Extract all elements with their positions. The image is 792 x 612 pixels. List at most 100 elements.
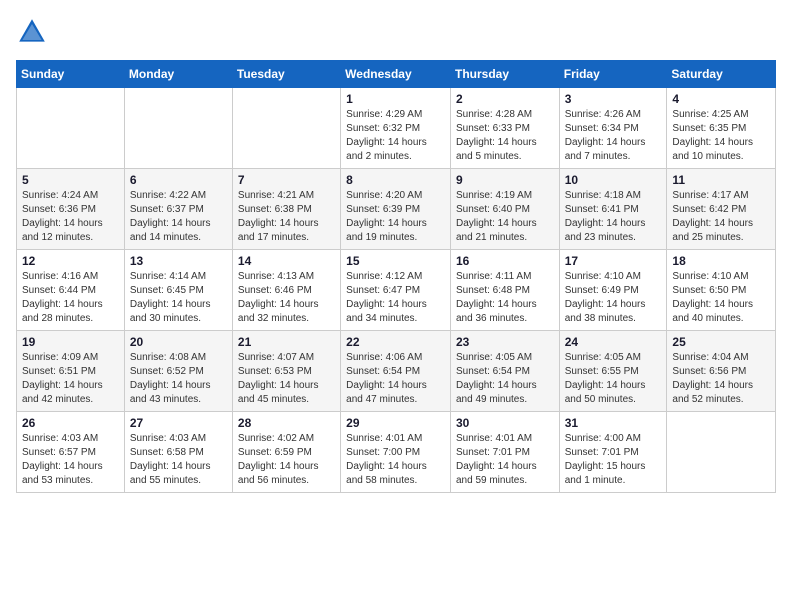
day-info: Sunrise: 4:14 AM Sunset: 6:45 PM Dayligh…: [130, 270, 227, 326]
day-number: 10: [565, 173, 662, 187]
day-info: Sunrise: 4:01 AM Sunset: 7:01 PM Dayligh…: [456, 432, 554, 488]
day-info: Sunrise: 4:08 AM Sunset: 6:52 PM Dayligh…: [130, 351, 227, 407]
calendar-cell: 5Sunrise: 4:24 AM Sunset: 6:36 PM Daylig…: [17, 169, 125, 250]
day-header-tuesday: Tuesday: [232, 61, 340, 88]
day-info: Sunrise: 4:24 AM Sunset: 6:36 PM Dayligh…: [22, 189, 119, 245]
calendar-cell: 11 Sunrise: 4:17 AM Sunset: 6:42 PM Dayli…: [667, 169, 776, 250]
day-number: 18: [672, 254, 770, 268]
day-info: Sunrise: 4:26 AM Sunset: 6:34 PM Dayligh…: [565, 108, 662, 164]
day-number: 2: [456, 92, 554, 106]
day-number: 21: [238, 335, 335, 349]
day-number: 22: [346, 335, 445, 349]
calendar-cell: 19 Sunrise: 4:09 AM Sunset: 6:51 PM Dayli…: [17, 331, 125, 412]
calendar-cell: 16Sunrise: 4:11 AM Sunset: 6:48 PM Dayli…: [450, 250, 559, 331]
calendar-cell: [667, 412, 776, 493]
day-number: 26: [22, 416, 119, 430]
day-number: 6: [130, 173, 227, 187]
calendar-cell: 15 Sunrise: 4:12 AM Sunset: 6:47 PM Dayli…: [341, 250, 451, 331]
day-header-saturday: Saturday: [667, 61, 776, 88]
day-number: 25: [672, 335, 770, 349]
day-header-thursday: Thursday: [450, 61, 559, 88]
day-info: Sunrise: 4:01 AM Sunset: 7:00 PM Dayligh…: [346, 432, 445, 488]
day-info: Sunrise: 4:12 AM Sunset: 6:47 PM Dayligh…: [346, 270, 445, 326]
day-number: 23: [456, 335, 554, 349]
day-number: 30: [456, 416, 554, 430]
day-info: Sunrise: 4:04 AM Sunset: 6:56 PM Dayligh…: [672, 351, 770, 407]
calendar-header-row: SundayMondayTuesdayWednesdayThursdayFrid…: [17, 61, 776, 88]
calendar-cell: 17 Sunrise: 4:10 AM Sunset: 6:49 PM Dayli…: [559, 250, 667, 331]
calendar-cell: [232, 88, 340, 169]
day-info: Sunrise: 4:17 AM Sunset: 6:42 PM Dayligh…: [672, 189, 770, 245]
calendar-cell: 3 Sunrise: 4:26 AM Sunset: 6:34 PM Daylig…: [559, 88, 667, 169]
day-info: Sunrise: 4:07 AM Sunset: 6:53 PM Dayligh…: [238, 351, 335, 407]
day-info: Sunrise: 4:18 AM Sunset: 6:41 PM Dayligh…: [565, 189, 662, 245]
day-header-wednesday: Wednesday: [341, 61, 451, 88]
day-info: Sunrise: 4:06 AM Sunset: 6:54 PM Dayligh…: [346, 351, 445, 407]
day-info: Sunrise: 4:03 AM Sunset: 6:57 PM Dayligh…: [22, 432, 119, 488]
day-number: 1: [346, 92, 445, 106]
calendar-cell: [17, 88, 125, 169]
calendar-cell: 14 Sunrise: 4:13 AM Sunset: 6:46 PM Dayli…: [232, 250, 340, 331]
day-info: Sunrise: 4:28 AM Sunset: 6:33 PM Dayligh…: [456, 108, 554, 164]
calendar-cell: 30 Sunrise: 4:01 AM Sunset: 7:01 PM Dayli…: [450, 412, 559, 493]
calendar-cell: 31 Sunrise: 4:00 AM Sunset: 7:01 PM Dayli…: [559, 412, 667, 493]
week-row-2: 5Sunrise: 4:24 AM Sunset: 6:36 PM Daylig…: [17, 169, 776, 250]
logo: [16, 16, 52, 48]
day-number: 4: [672, 92, 770, 106]
day-number: 27: [130, 416, 227, 430]
day-info: Sunrise: 4:22 AM Sunset: 6:37 PM Dayligh…: [130, 189, 227, 245]
day-number: 15: [346, 254, 445, 268]
day-info: Sunrise: 4:05 AM Sunset: 6:54 PM Dayligh…: [456, 351, 554, 407]
day-info: Sunrise: 4:16 AM Sunset: 6:44 PM Dayligh…: [22, 270, 119, 326]
calendar-cell: 6 Sunrise: 4:22 AM Sunset: 6:37 PM Daylig…: [124, 169, 232, 250]
day-number: 31: [565, 416, 662, 430]
calendar-cell: 13 Sunrise: 4:14 AM Sunset: 6:45 PM Dayli…: [124, 250, 232, 331]
calendar-cell: 21 Sunrise: 4:07 AM Sunset: 6:53 PM Dayli…: [232, 331, 340, 412]
day-number: 17: [565, 254, 662, 268]
day-info: Sunrise: 4:29 AM Sunset: 6:32 PM Dayligh…: [346, 108, 445, 164]
week-row-4: 19 Sunrise: 4:09 AM Sunset: 6:51 PM Dayli…: [17, 331, 776, 412]
calendar-cell: 29Sunrise: 4:01 AM Sunset: 7:00 PM Dayli…: [341, 412, 451, 493]
calendar-cell: 28Sunrise: 4:02 AM Sunset: 6:59 PM Dayli…: [232, 412, 340, 493]
day-number: 9: [456, 173, 554, 187]
day-info: Sunrise: 4:09 AM Sunset: 6:51 PM Dayligh…: [22, 351, 119, 407]
calendar-table: SundayMondayTuesdayWednesdayThursdayFrid…: [16, 60, 776, 493]
calendar-cell: 18 Sunrise: 4:10 AM Sunset: 6:50 PM Dayli…: [667, 250, 776, 331]
calendar-cell: 20 Sunrise: 4:08 AM Sunset: 6:52 PM Dayli…: [124, 331, 232, 412]
day-info: Sunrise: 4:00 AM Sunset: 7:01 PM Dayligh…: [565, 432, 662, 488]
calendar-cell: 10 Sunrise: 4:18 AM Sunset: 6:41 PM Dayli…: [559, 169, 667, 250]
day-number: 3: [565, 92, 662, 106]
day-info: Sunrise: 4:13 AM Sunset: 6:46 PM Dayligh…: [238, 270, 335, 326]
day-number: 13: [130, 254, 227, 268]
day-number: 11: [672, 173, 770, 187]
day-header-sunday: Sunday: [17, 61, 125, 88]
day-info: Sunrise: 4:11 AM Sunset: 6:48 PM Dayligh…: [456, 270, 554, 326]
calendar-cell: 1 Sunrise: 4:29 AM Sunset: 6:32 PM Daylig…: [341, 88, 451, 169]
calendar-cell: 22 Sunrise: 4:06 AM Sunset: 6:54 PM Dayli…: [341, 331, 451, 412]
day-info: Sunrise: 4:25 AM Sunset: 6:35 PM Dayligh…: [672, 108, 770, 164]
day-number: 19: [22, 335, 119, 349]
header: [16, 16, 776, 48]
day-info: Sunrise: 4:10 AM Sunset: 6:49 PM Dayligh…: [565, 270, 662, 326]
week-row-1: 1 Sunrise: 4:29 AM Sunset: 6:32 PM Daylig…: [17, 88, 776, 169]
calendar-cell: [124, 88, 232, 169]
day-info: Sunrise: 4:02 AM Sunset: 6:59 PM Dayligh…: [238, 432, 335, 488]
day-info: Sunrise: 4:20 AM Sunset: 6:39 PM Dayligh…: [346, 189, 445, 245]
day-number: 12: [22, 254, 119, 268]
day-number: 7: [238, 173, 335, 187]
day-header-friday: Friday: [559, 61, 667, 88]
calendar-cell: 8 Sunrise: 4:20 AM Sunset: 6:39 PM Daylig…: [341, 169, 451, 250]
day-info: Sunrise: 4:21 AM Sunset: 6:38 PM Dayligh…: [238, 189, 335, 245]
calendar-cell: 4 Sunrise: 4:25 AM Sunset: 6:35 PM Daylig…: [667, 88, 776, 169]
day-number: 8: [346, 173, 445, 187]
day-number: 14: [238, 254, 335, 268]
day-info: Sunrise: 4:05 AM Sunset: 6:55 PM Dayligh…: [565, 351, 662, 407]
calendar-cell: 23 Sunrise: 4:05 AM Sunset: 6:54 PM Dayli…: [450, 331, 559, 412]
calendar-cell: 24 Sunrise: 4:05 AM Sunset: 6:55 PM Dayli…: [559, 331, 667, 412]
day-info: Sunrise: 4:10 AM Sunset: 6:50 PM Dayligh…: [672, 270, 770, 326]
day-number: 20: [130, 335, 227, 349]
calendar-cell: 12 Sunrise: 4:16 AM Sunset: 6:44 PM Dayli…: [17, 250, 125, 331]
calendar-cell: 7 Sunrise: 4:21 AM Sunset: 6:38 PM Daylig…: [232, 169, 340, 250]
calendar-cell: 9Sunrise: 4:19 AM Sunset: 6:40 PM Daylig…: [450, 169, 559, 250]
day-number: 24: [565, 335, 662, 349]
